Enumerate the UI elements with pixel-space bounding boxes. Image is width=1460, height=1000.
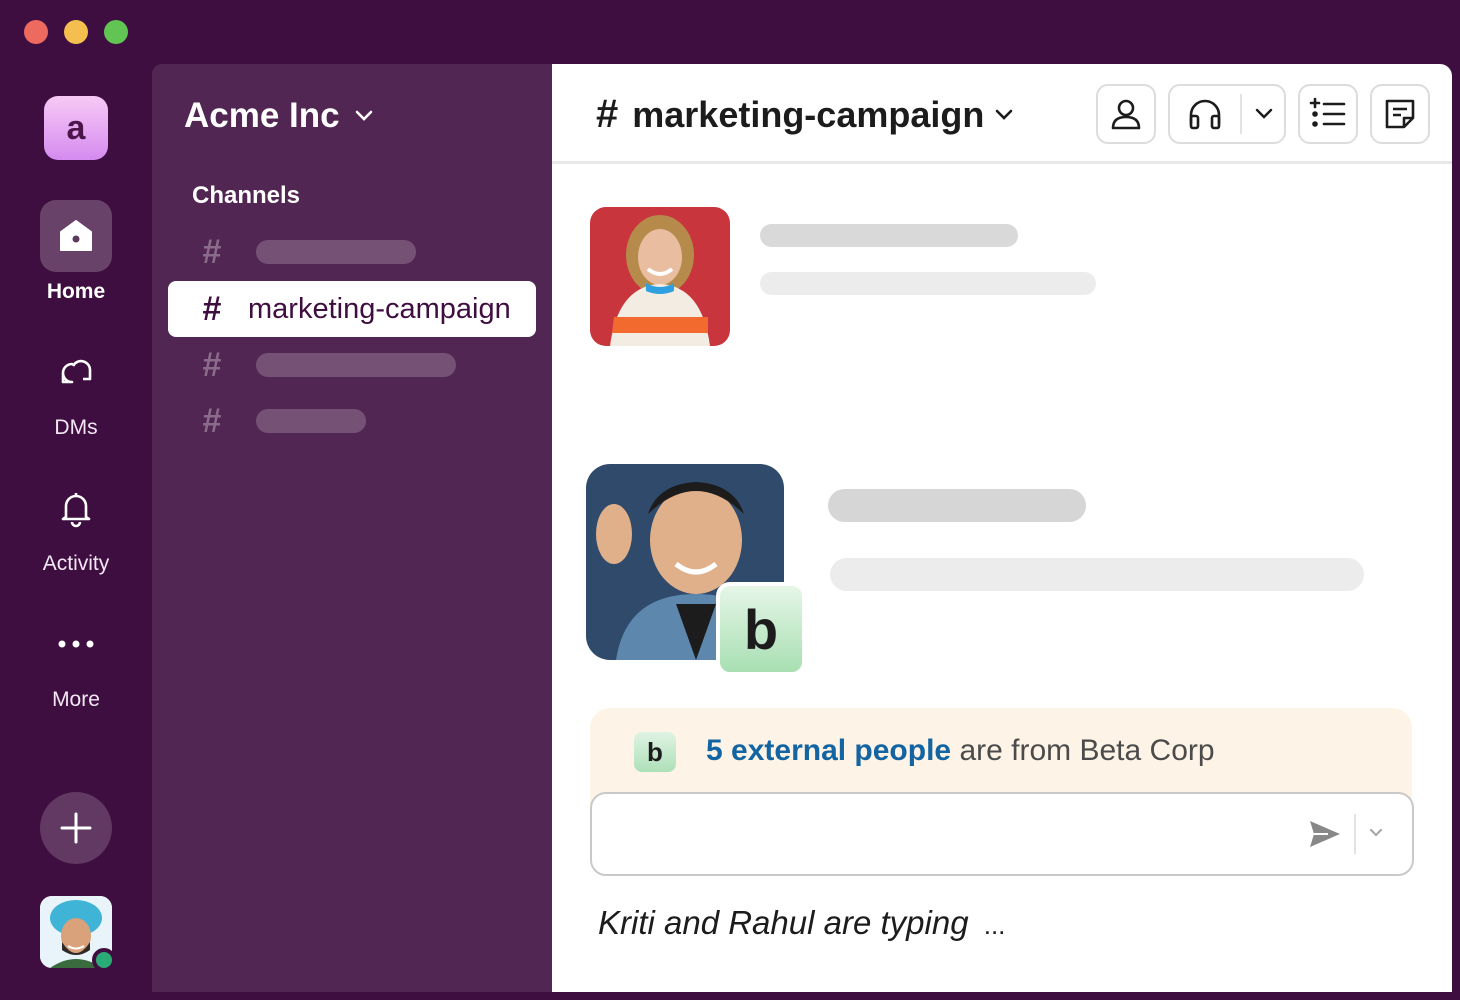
bell-icon: [40, 472, 112, 544]
rail-item-home[interactable]: Home: [0, 200, 152, 304]
workspace-rail: a Home DMs Activity More: [0, 64, 152, 1000]
add-button[interactable]: [40, 792, 112, 864]
workspace-name: Acme Inc: [184, 96, 340, 135]
external-people-link[interactable]: 5 external people: [706, 734, 951, 767]
channel-sidebar: Acme Inc Channels # # marketing-campaign…: [152, 64, 552, 992]
external-org-letter: b: [743, 597, 779, 661]
chevron-down-icon: [355, 110, 372, 121]
presence-indicator: [92, 948, 116, 972]
channels-section-title: Channels: [192, 182, 301, 209]
workspace-logo-letter: a: [66, 108, 86, 147]
hash-icon: #: [202, 401, 222, 440]
plus-icon: [60, 812, 92, 844]
message-avatar[interactable]: [590, 207, 730, 346]
message-author-placeholder: [760, 224, 1018, 247]
home-icon: [40, 200, 112, 272]
maximize-window-button[interactable]: [104, 20, 128, 44]
message-composer: [590, 792, 1414, 876]
external-org-icon: b: [634, 732, 676, 772]
canvas-button[interactable]: [1370, 84, 1430, 144]
hash-icon: #: [596, 92, 619, 136]
close-window-button[interactable]: [24, 20, 48, 44]
dms-icon: [40, 336, 112, 408]
rail-label-activity: Activity: [42, 552, 110, 575]
channel-name-placeholder: [256, 353, 456, 377]
external-people-rest: are from Beta Corp: [951, 734, 1215, 767]
huddle-button[interactable]: [1168, 84, 1286, 144]
chevron-down-icon[interactable]: [1254, 107, 1274, 121]
message-author-placeholder: [828, 489, 1086, 522]
canvas-icon: [1385, 99, 1415, 129]
send-button[interactable]: [1308, 818, 1342, 855]
minimize-window-button[interactable]: [64, 20, 88, 44]
more-icon: [40, 608, 112, 680]
rail-label-home: Home: [46, 280, 106, 303]
message-text-placeholder: [760, 272, 1096, 295]
channel-item[interactable]: #: [168, 393, 536, 449]
rail-item-dms[interactable]: DMs: [0, 336, 152, 440]
hash-icon: #: [202, 232, 222, 271]
headphones-icon: [1189, 99, 1221, 130]
channel-view: # marketing-campaign b b 5 external peop…: [552, 64, 1452, 992]
channel-name-placeholder: [256, 409, 366, 433]
send-divider: [1354, 814, 1356, 854]
send-icon: [1310, 821, 1340, 847]
rail-item-more[interactable]: More: [0, 608, 152, 712]
huddle-divider: [1240, 94, 1242, 134]
channel-details-button[interactable]: [1298, 84, 1358, 144]
external-people-text: 5 external people are from Beta Corp: [706, 734, 1215, 768]
chevron-down-icon: [996, 109, 1013, 120]
hash-icon: #: [202, 289, 222, 328]
message-text-placeholder: [830, 558, 1364, 591]
channel-item-marketing-campaign[interactable]: # marketing-campaign: [168, 281, 536, 337]
members-button[interactable]: [1096, 84, 1156, 144]
channel-name-placeholder: [256, 240, 416, 264]
typing-text: Kriti and Rahul are typing: [598, 904, 969, 941]
channel-item[interactable]: #: [168, 224, 536, 280]
workspace-logo[interactable]: a: [44, 96, 108, 160]
channel-title-button[interactable]: # marketing-campaign: [596, 92, 1014, 137]
channel-header: # marketing-campaign: [552, 64, 1452, 164]
send-options-button[interactable]: [1368, 826, 1384, 844]
channel-title: marketing-campaign: [632, 93, 985, 135]
external-org-icon-letter: b: [647, 736, 663, 767]
chevron-down-icon: [1369, 828, 1383, 837]
workspace-switcher[interactable]: Acme Inc: [184, 96, 374, 136]
typing-dots: ...: [983, 910, 1006, 940]
list-sparkle-icon: [1309, 97, 1346, 127]
rail-label-dms: DMs: [54, 416, 98, 439]
hash-icon: #: [202, 345, 222, 384]
person-icon: [1111, 99, 1141, 130]
external-org-badge: b: [716, 582, 806, 676]
message-input[interactable]: [612, 812, 1292, 856]
rail-label-more: More: [52, 688, 100, 711]
channel-name: marketing-campaign: [248, 292, 511, 325]
channel-item[interactable]: #: [168, 337, 536, 393]
rail-item-activity[interactable]: Activity: [0, 472, 152, 576]
typing-indicator: Kriti and Rahul are typing ...: [598, 904, 1005, 942]
window-controls: [24, 20, 128, 44]
